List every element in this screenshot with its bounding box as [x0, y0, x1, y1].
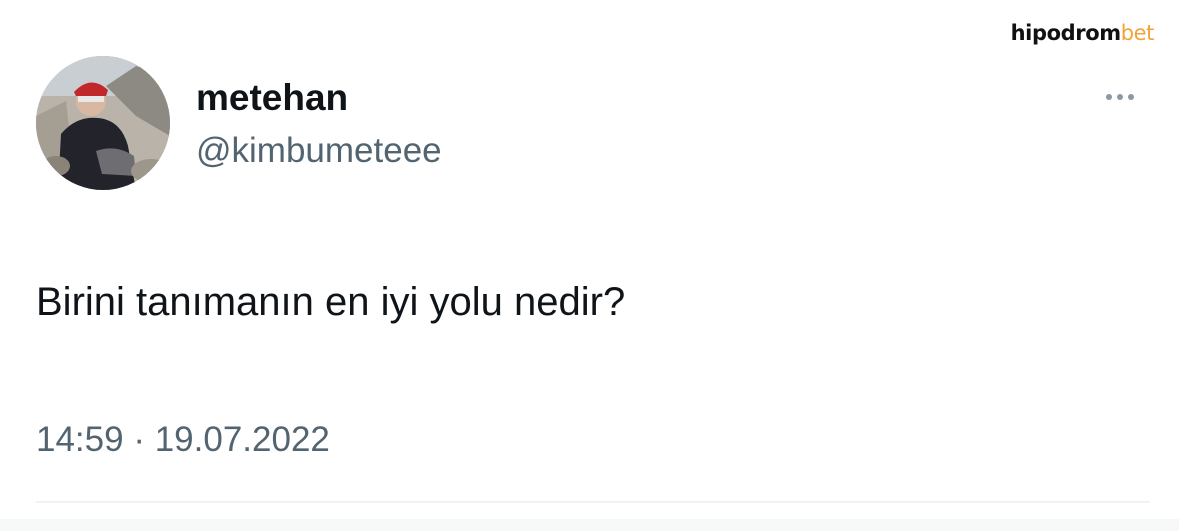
bottom-band [0, 519, 1179, 531]
more-dot [1106, 94, 1112, 100]
more-icon[interactable] [1094, 84, 1146, 110]
hipodrombet-watermark: hipodrombet [1010, 20, 1155, 46]
tweet-timestamp[interactable]: 14:59 · 19.07.2022 [36, 419, 330, 461]
tweet-text: Birini tanımanın en iyi yolu nedir? [36, 280, 626, 324]
watermark-main: hipodrom [1010, 21, 1122, 45]
divider [36, 501, 1150, 503]
display-name[interactable]: metehan [196, 76, 348, 120]
tweet-screenshot: hipodrombet metehan @kimbumeteee Birini … [0, 0, 1179, 531]
tweet-date: 19.07.2022 [154, 420, 330, 459]
timestamp-separator: · [133, 420, 145, 459]
avatar-photo [36, 56, 170, 190]
more-dot [1128, 94, 1134, 100]
more-dot [1117, 94, 1123, 100]
user-handle[interactable]: @kimbumeteee [196, 130, 442, 172]
tweet-time: 14:59 [36, 420, 124, 459]
watermark-accent: bet [1120, 21, 1155, 45]
avatar[interactable] [36, 56, 170, 190]
